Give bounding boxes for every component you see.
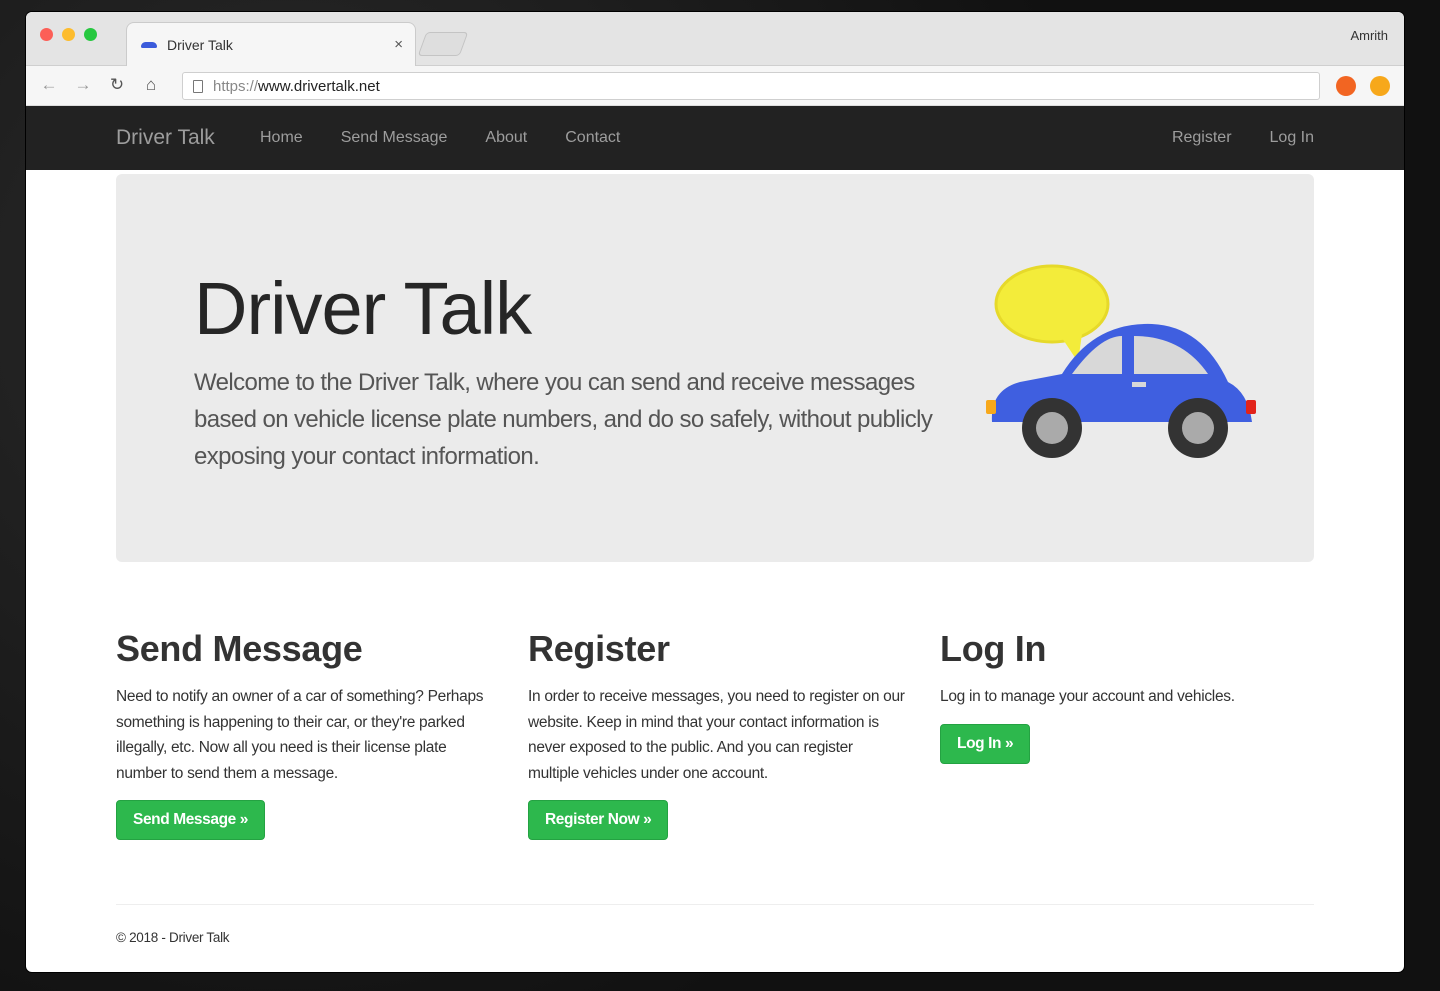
section-text: Need to notify an owner of a car of some… — [116, 688, 484, 782]
minimize-window-button[interactable] — [62, 28, 75, 41]
address-bar[interactable]: https://www.drivertalk.net — [182, 72, 1320, 100]
browser-window: Driver Talk × Amrith ← → ↻ ⌂ https://www… — [26, 12, 1404, 972]
back-arrow-icon[interactable]: ← — [38, 74, 60, 96]
tab-title: Driver Talk — [167, 36, 233, 53]
log-in-button[interactable]: Log In » — [940, 723, 1031, 764]
hero-text: Welcome to the Driver Talk, where you ca… — [194, 369, 933, 470]
close-window-button[interactable] — [40, 28, 53, 41]
register-now-button[interactable]: Register Now » — [528, 800, 669, 840]
navbar-links: Home Send Message About Contact — [260, 129, 620, 147]
nav-link-send-message[interactable]: Send Message — [341, 129, 448, 147]
home-icon[interactable]: ⌂ — [140, 74, 162, 96]
extension-icon[interactable] — [1336, 76, 1356, 96]
footer-text: © 2018 - Driver Talk — [116, 930, 230, 945]
url-host: www.drivertalk.net — [258, 77, 380, 95]
register-section: Register In order to receive messages, y… — [528, 628, 906, 840]
send-message-button[interactable]: Send Message » — [116, 800, 266, 840]
section-heading: Register — [528, 628, 670, 669]
browser-tab[interactable]: Driver Talk × — [126, 22, 416, 66]
site-navbar: Driver Talk Home Send Message About Cont… — [26, 106, 1404, 170]
maximize-window-button[interactable] — [84, 28, 97, 41]
window-controls — [40, 28, 97, 41]
navbar-brand[interactable]: Driver Talk — [116, 126, 215, 150]
nav-link-contact[interactable]: Contact — [565, 129, 620, 147]
section-heading: Log In — [940, 628, 1047, 669]
browser-toolbar: ← → ↻ ⌂ https://www.drivertalk.net — [26, 66, 1404, 106]
speech-bubble-icon — [994, 264, 1110, 344]
nav-link-register[interactable]: Register — [1172, 129, 1232, 147]
page-icon — [193, 79, 203, 93]
hero-title: Driver Talk — [194, 267, 532, 350]
url-scheme: https:// — [213, 77, 259, 95]
tab-close-icon[interactable]: × — [394, 36, 403, 53]
new-tab-button[interactable] — [417, 32, 469, 56]
forward-arrow-icon[interactable]: → — [72, 74, 94, 96]
reload-icon[interactable]: ↻ — [106, 74, 128, 96]
navbar-right: Register Log In — [1172, 129, 1314, 147]
footer-divider — [116, 904, 1314, 905]
section-heading: Send Message — [116, 628, 363, 669]
car-speech-bubble-illustration — [986, 264, 1256, 458]
car-favicon-icon — [139, 40, 159, 50]
nav-link-log-in[interactable]: Log In — [1270, 129, 1314, 147]
extension-icon[interactable] — [1370, 76, 1390, 96]
jumbotron: Driver Talk Welcome to the Driver Talk, … — [116, 174, 1314, 562]
nav-link-home[interactable]: Home — [260, 129, 303, 147]
profile-name[interactable]: Amrith — [1350, 28, 1388, 43]
section-text: Log in to manage your account and vehicl… — [940, 688, 1235, 705]
tab-strip: Driver Talk × Amrith — [26, 12, 1404, 66]
section-text: In order to receive messages, you need t… — [528, 688, 905, 782]
log-in-section: Log In Log in to manage your account and… — [940, 628, 1318, 764]
send-message-section: Send Message Need to notify an owner of … — [116, 628, 494, 840]
nav-link-about[interactable]: About — [485, 129, 527, 147]
